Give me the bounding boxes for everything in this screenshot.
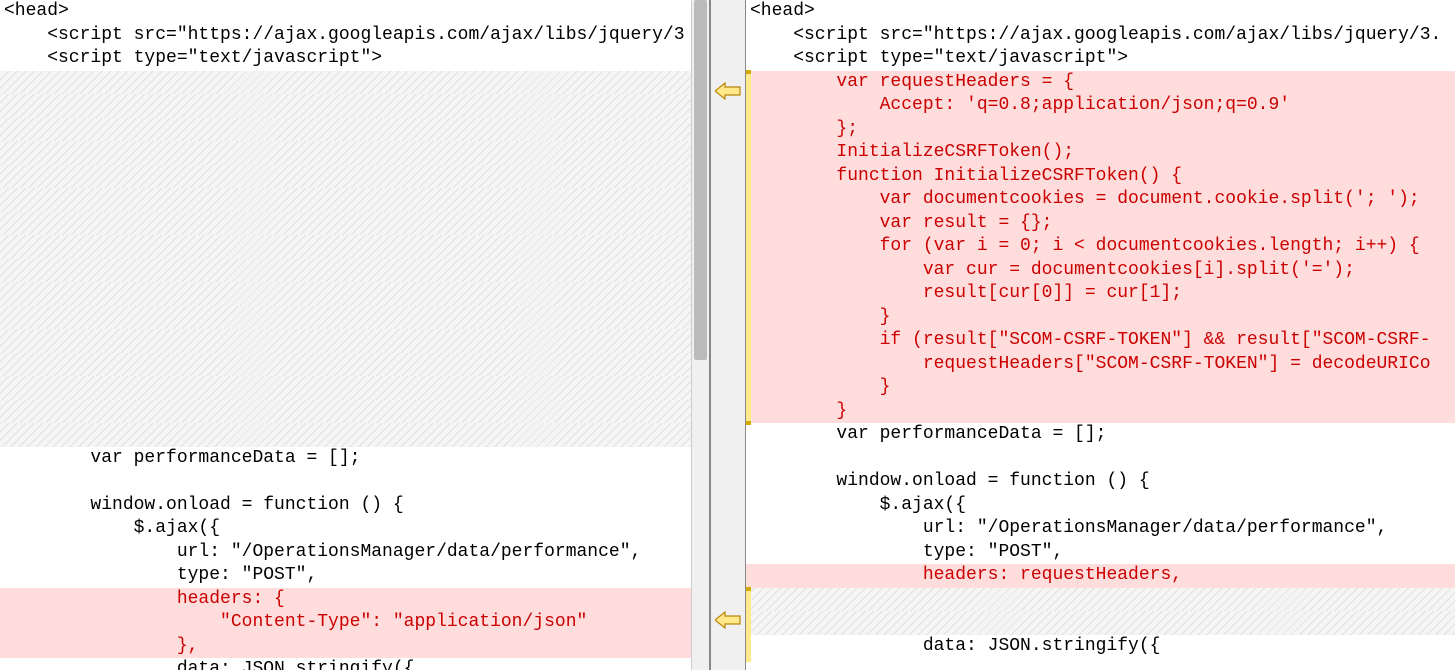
code-line[interactable]: Accept: 'q=0.8;application/json;q=0.9' [746, 94, 1455, 118]
code-line[interactable]: <script type="text/javascript"> [746, 47, 1455, 71]
merge-arrow-left-icon[interactable] [715, 611, 741, 629]
code-line[interactable] [0, 329, 709, 353]
code-line[interactable]: headers: { [0, 588, 709, 612]
code-line[interactable]: }; [746, 118, 1455, 142]
change-marker [746, 587, 751, 591]
left-scrollbar[interactable] [691, 0, 709, 670]
code-line[interactable]: for (var i = 0; i < documentcookies.leng… [746, 235, 1455, 259]
code-line[interactable]: url: "/OperationsManager/data/performanc… [746, 517, 1455, 541]
change-marker [746, 70, 751, 74]
code-line[interactable]: <script type="text/javascript"> [0, 47, 709, 71]
code-line[interactable] [0, 470, 709, 494]
code-line[interactable] [0, 141, 709, 165]
diff-view: <head> <script src="https://ajax.googlea… [0, 0, 1455, 670]
code-line[interactable] [0, 423, 709, 447]
code-line[interactable] [0, 235, 709, 259]
code-line[interactable] [0, 71, 709, 95]
code-line[interactable]: }, [0, 635, 709, 659]
merge-arrow-left-icon[interactable] [715, 82, 741, 100]
code-line[interactable]: } [746, 306, 1455, 330]
code-line[interactable]: InitializeCSRFToken(); [746, 141, 1455, 165]
code-line[interactable] [0, 306, 709, 330]
code-line[interactable]: <script src="https://ajax.googleapis.com… [746, 24, 1455, 48]
left-code-lines: <head> <script src="https://ajax.googlea… [0, 0, 709, 670]
code-line[interactable] [0, 259, 709, 283]
code-line[interactable]: <script src="https://ajax.googleapis.com… [0, 24, 709, 48]
code-line[interactable]: data: JSON.stringify({ [0, 658, 709, 670]
code-line[interactable]: var performanceData = []; [0, 447, 709, 471]
code-line[interactable]: <head> [0, 0, 709, 24]
code-line[interactable]: $.ajax({ [0, 517, 709, 541]
diff-gutter [710, 0, 746, 670]
code-line[interactable]: data: JSON.stringify({ [746, 635, 1455, 659]
code-line[interactable]: } [746, 400, 1455, 424]
code-line[interactable] [0, 400, 709, 424]
right-pane[interactable]: <head> <script src="https://ajax.googlea… [746, 0, 1455, 670]
code-line[interactable] [0, 118, 709, 142]
code-line[interactable] [0, 212, 709, 236]
change-marker [746, 70, 751, 425]
code-line[interactable]: $.ajax({ [746, 494, 1455, 518]
code-line[interactable]: var documentcookies = document.cookie.sp… [746, 188, 1455, 212]
code-line[interactable] [0, 376, 709, 400]
code-line[interactable]: function InitializeCSRFToken() { [746, 165, 1455, 189]
code-line[interactable] [0, 165, 709, 189]
change-marker [746, 587, 751, 662]
code-line[interactable]: var performanceData = []; [746, 423, 1455, 447]
code-line[interactable]: var result = {}; [746, 212, 1455, 236]
code-line[interactable]: window.onload = function () { [0, 494, 709, 518]
left-scroll-thumb[interactable] [694, 0, 707, 360]
code-line[interactable] [0, 188, 709, 212]
code-line[interactable] [746, 447, 1455, 471]
code-line[interactable]: window.onload = function () { [746, 470, 1455, 494]
change-marker [746, 421, 751, 425]
code-line[interactable]: "Content-Type": "application/json" [0, 611, 709, 635]
code-line[interactable]: type: "POST", [746, 541, 1455, 565]
code-line[interactable]: if (result["SCOM-CSRF-TOKEN"] && result[… [746, 329, 1455, 353]
code-line[interactable]: } [746, 376, 1455, 400]
code-line[interactable]: url: "/OperationsManager/data/performanc… [0, 541, 709, 565]
code-line[interactable]: result[cur[0]] = cur[1]; [746, 282, 1455, 306]
right-code-lines: <head> <script src="https://ajax.googlea… [746, 0, 1455, 658]
code-line[interactable] [0, 282, 709, 306]
code-line[interactable]: var requestHeaders = { [746, 71, 1455, 95]
code-line[interactable]: var cur = documentcookies[i].split('='); [746, 259, 1455, 283]
code-line[interactable]: type: "POST", [0, 564, 709, 588]
left-pane[interactable]: <head> <script src="https://ajax.googlea… [0, 0, 710, 670]
code-line[interactable] [746, 611, 1455, 635]
code-line[interactable] [746, 588, 1455, 612]
code-line[interactable]: <head> [746, 0, 1455, 24]
code-line[interactable] [0, 94, 709, 118]
code-line[interactable]: headers: requestHeaders, [746, 564, 1455, 588]
code-line[interactable] [0, 353, 709, 377]
code-line[interactable]: requestHeaders["SCOM-CSRF-TOKEN"] = deco… [746, 353, 1455, 377]
